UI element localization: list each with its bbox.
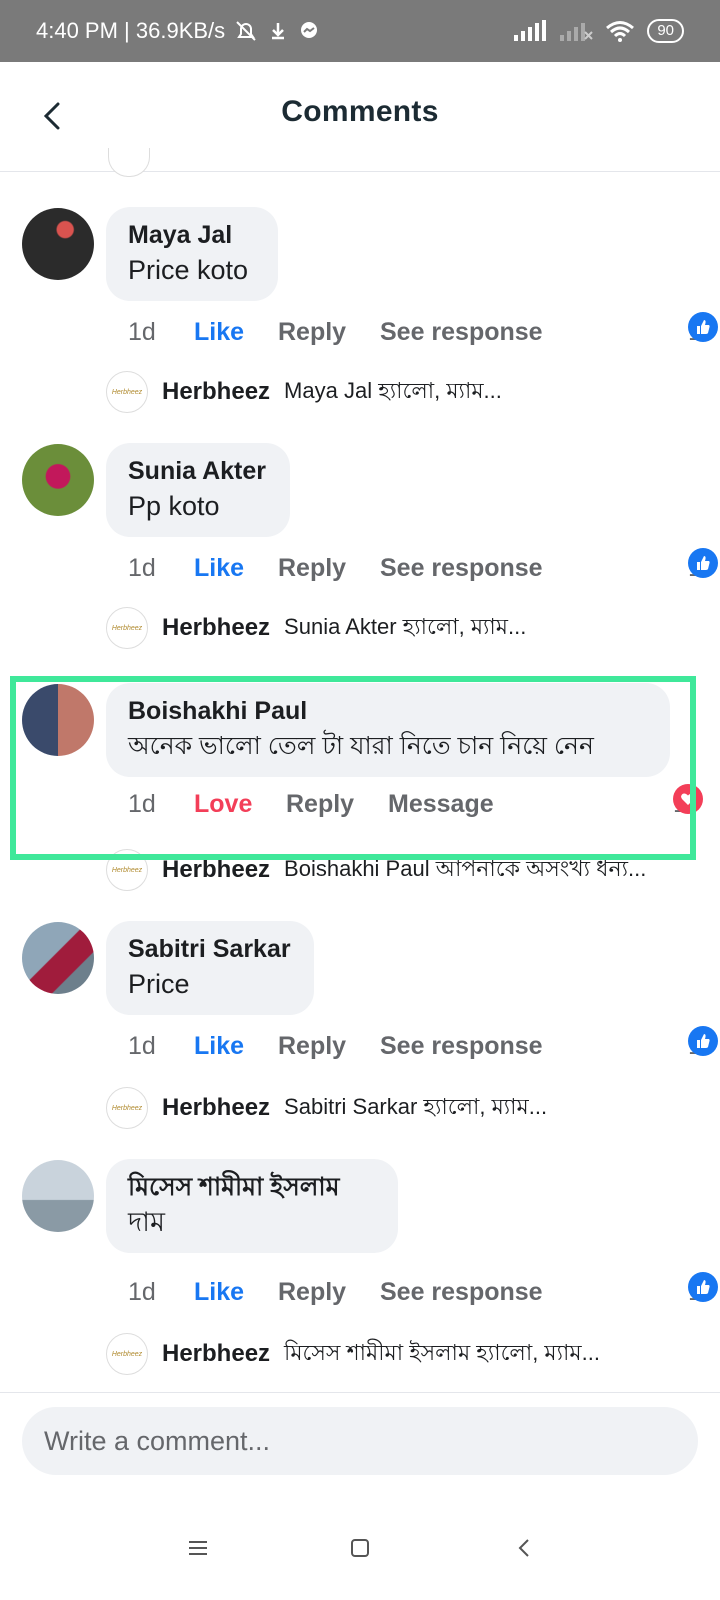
reply-button[interactable]: Reply <box>278 312 346 352</box>
reply-author[interactable]: Herbheez <box>162 856 270 884</box>
comment-actions: 1d Like Reply See response 1 <box>128 1026 718 1066</box>
comment-author[interactable]: Sunia Akter <box>128 455 268 487</box>
status-right: 90 <box>513 19 684 43</box>
comment-author[interactable]: Sabitri Sarkar <box>128 933 292 965</box>
page-avatar-label: Herbheez <box>111 388 143 396</box>
reply-button[interactable]: Reply <box>278 548 346 588</box>
page-avatar: Herbheez <box>106 1333 148 1375</box>
reply-button[interactable]: Reply <box>278 1272 346 1312</box>
comment-author[interactable]: Maya Jal <box>128 219 256 251</box>
reply-author[interactable]: Herbheez <box>162 614 270 642</box>
comment-time: 1d <box>128 790 156 818</box>
reply-snippet: Sunia Akter হ্যালো, ম্যাম... <box>284 613 527 639</box>
battery-indicator: 90 <box>647 19 684 43</box>
reply-preview[interactable]: Herbheez Herbheez মিসেস শামীমা ইসলাম হ্য… <box>106 1332 686 1376</box>
comment-actions: 1d Like Reply See response 1 <box>128 312 718 352</box>
comment-text: Price <box>128 969 190 999</box>
reply-preview[interactable]: Herbheez Herbheez Sunia Akter হ্যালো, ম্… <box>106 606 686 650</box>
see-response-button[interactable]: See response <box>380 1026 543 1066</box>
page-avatar-label: Herbheez <box>111 1350 143 1358</box>
comment-input[interactable] <box>22 1407 698 1475</box>
status-time-speed: 4:40 PM | 36.9KB/s <box>36 18 226 43</box>
comment-bubble[interactable]: মিসেস শামীমা ইসলাম দাম <box>106 1159 398 1253</box>
like-button[interactable]: Like <box>194 548 244 588</box>
like-button[interactable]: Like <box>194 1026 244 1066</box>
comment-text: Price koto <box>128 255 249 285</box>
mute-bell-icon <box>236 21 256 41</box>
reply-button[interactable]: Reply <box>278 1026 346 1066</box>
messenger-icon <box>301 22 318 38</box>
page-title: Comments <box>281 95 439 128</box>
like-icon <box>688 548 718 578</box>
see-response-button[interactable]: See response <box>380 312 543 352</box>
avatar[interactable] <box>22 684 94 756</box>
signal-icon <box>514 20 547 41</box>
comment-bubble[interactable]: Sabitri Sarkar Price <box>106 921 314 1015</box>
comment-author[interactable]: Boishakhi Paul <box>128 695 648 727</box>
back-triangle-icon <box>518 1539 529 1557</box>
comment-composer <box>0 1392 720 1503</box>
like-icon <box>688 1026 718 1056</box>
see-response-button[interactable]: See response <box>380 548 543 588</box>
battery-level: 90 <box>657 22 674 39</box>
love-icon <box>673 784 703 814</box>
like-button[interactable]: Like <box>194 312 244 352</box>
download-icon <box>272 23 285 40</box>
menu-icon <box>189 1541 207 1555</box>
comment-text: দাম <box>128 1207 166 1237</box>
comment-time: 1d <box>128 554 156 582</box>
avatar[interactable] <box>22 444 94 516</box>
avatar[interactable] <box>22 922 94 994</box>
system-nav-bar <box>0 1502 720 1600</box>
comment-text: Pp koto <box>128 491 220 521</box>
page-avatar: Herbheez <box>106 1087 148 1129</box>
reply-author[interactable]: Herbheez <box>162 378 270 406</box>
see-response-button[interactable]: See response <box>380 1272 543 1312</box>
reply-preview[interactable]: Herbheez Herbheez Sabitri Sarkar হ্যালো,… <box>106 1086 686 1130</box>
comment-actions: 1d Like Reply See response 1 <box>128 1272 718 1312</box>
reply-snippet: মিসেস শামীমা ইসলাম হ্যালো, ম্যাম... <box>284 1339 600 1365</box>
comment-time: 1d <box>128 318 156 346</box>
system-back-button[interactable] <box>500 1524 548 1572</box>
home-button[interactable] <box>336 1524 384 1572</box>
signal-off-icon <box>560 23 594 41</box>
comment-author[interactable]: মিসেস শামীমা ইসলাম <box>128 1171 376 1203</box>
reply-author[interactable]: Herbheez <box>162 1094 270 1122</box>
wifi-icon <box>606 21 635 42</box>
page-avatar-partial <box>108 148 150 177</box>
reply-snippet: Maya Jal হ্যালো, ম্যাম... <box>284 377 502 403</box>
avatar[interactable] <box>22 1160 94 1232</box>
love-button[interactable]: Love <box>194 784 252 824</box>
reply-snippet: Sabitri Sarkar হ্যালো, ম্যাম... <box>284 1093 548 1119</box>
home-square-icon <box>351 1539 369 1557</box>
avatar[interactable] <box>22 208 94 280</box>
comment-text: অনেক ভালো তেল টা যারা নিতে চান নিয়ে নেন <box>128 732 594 760</box>
page-avatar-label: Herbheez <box>111 624 143 632</box>
like-icon <box>688 1272 718 1302</box>
page-avatar: Herbheez <box>106 371 148 413</box>
menu-button[interactable] <box>174 1524 222 1572</box>
message-button[interactable]: Message <box>388 784 494 824</box>
page-avatar: Herbheez <box>106 607 148 649</box>
comment-bubble[interactable]: Maya Jal Price koto <box>106 207 278 301</box>
comment-bubble[interactable]: Boishakhi Paul অনেক ভালো তেল টা যারা নিত… <box>106 683 670 777</box>
reply-snippet: Boishakhi Paul আপনাকে অসংখ্য ধন্য... <box>284 855 647 881</box>
reply-preview[interactable]: Herbheez Herbheez Maya Jal হ্যালো, ম্যাম… <box>106 370 686 414</box>
status-left: 4:40 PM | 36.9KB/s <box>36 18 321 44</box>
comment-actions: 1d Like Reply See response 1 <box>128 548 718 588</box>
like-button[interactable]: Like <box>194 1272 244 1312</box>
reply-author[interactable]: Herbheez <box>162 1340 270 1368</box>
reply-preview[interactable]: Herbheez Herbheez Boishakhi Paul আপনাকে … <box>106 848 686 892</box>
page-avatar-label: Herbheez <box>111 1104 143 1112</box>
status-bar: 4:40 PM | 36.9KB/s 90 <box>0 0 720 62</box>
page-avatar-label: Herbheez <box>111 866 143 874</box>
like-icon <box>688 312 718 342</box>
comment-time: 1d <box>128 1032 156 1060</box>
reply-button[interactable]: Reply <box>286 784 354 824</box>
comment-actions: 1d Love Reply Message 1 <box>128 784 703 824</box>
comment-time: 1d <box>128 1278 156 1306</box>
comment-bubble[interactable]: Sunia Akter Pp koto <box>106 443 290 537</box>
page-avatar: Herbheez <box>106 849 148 891</box>
